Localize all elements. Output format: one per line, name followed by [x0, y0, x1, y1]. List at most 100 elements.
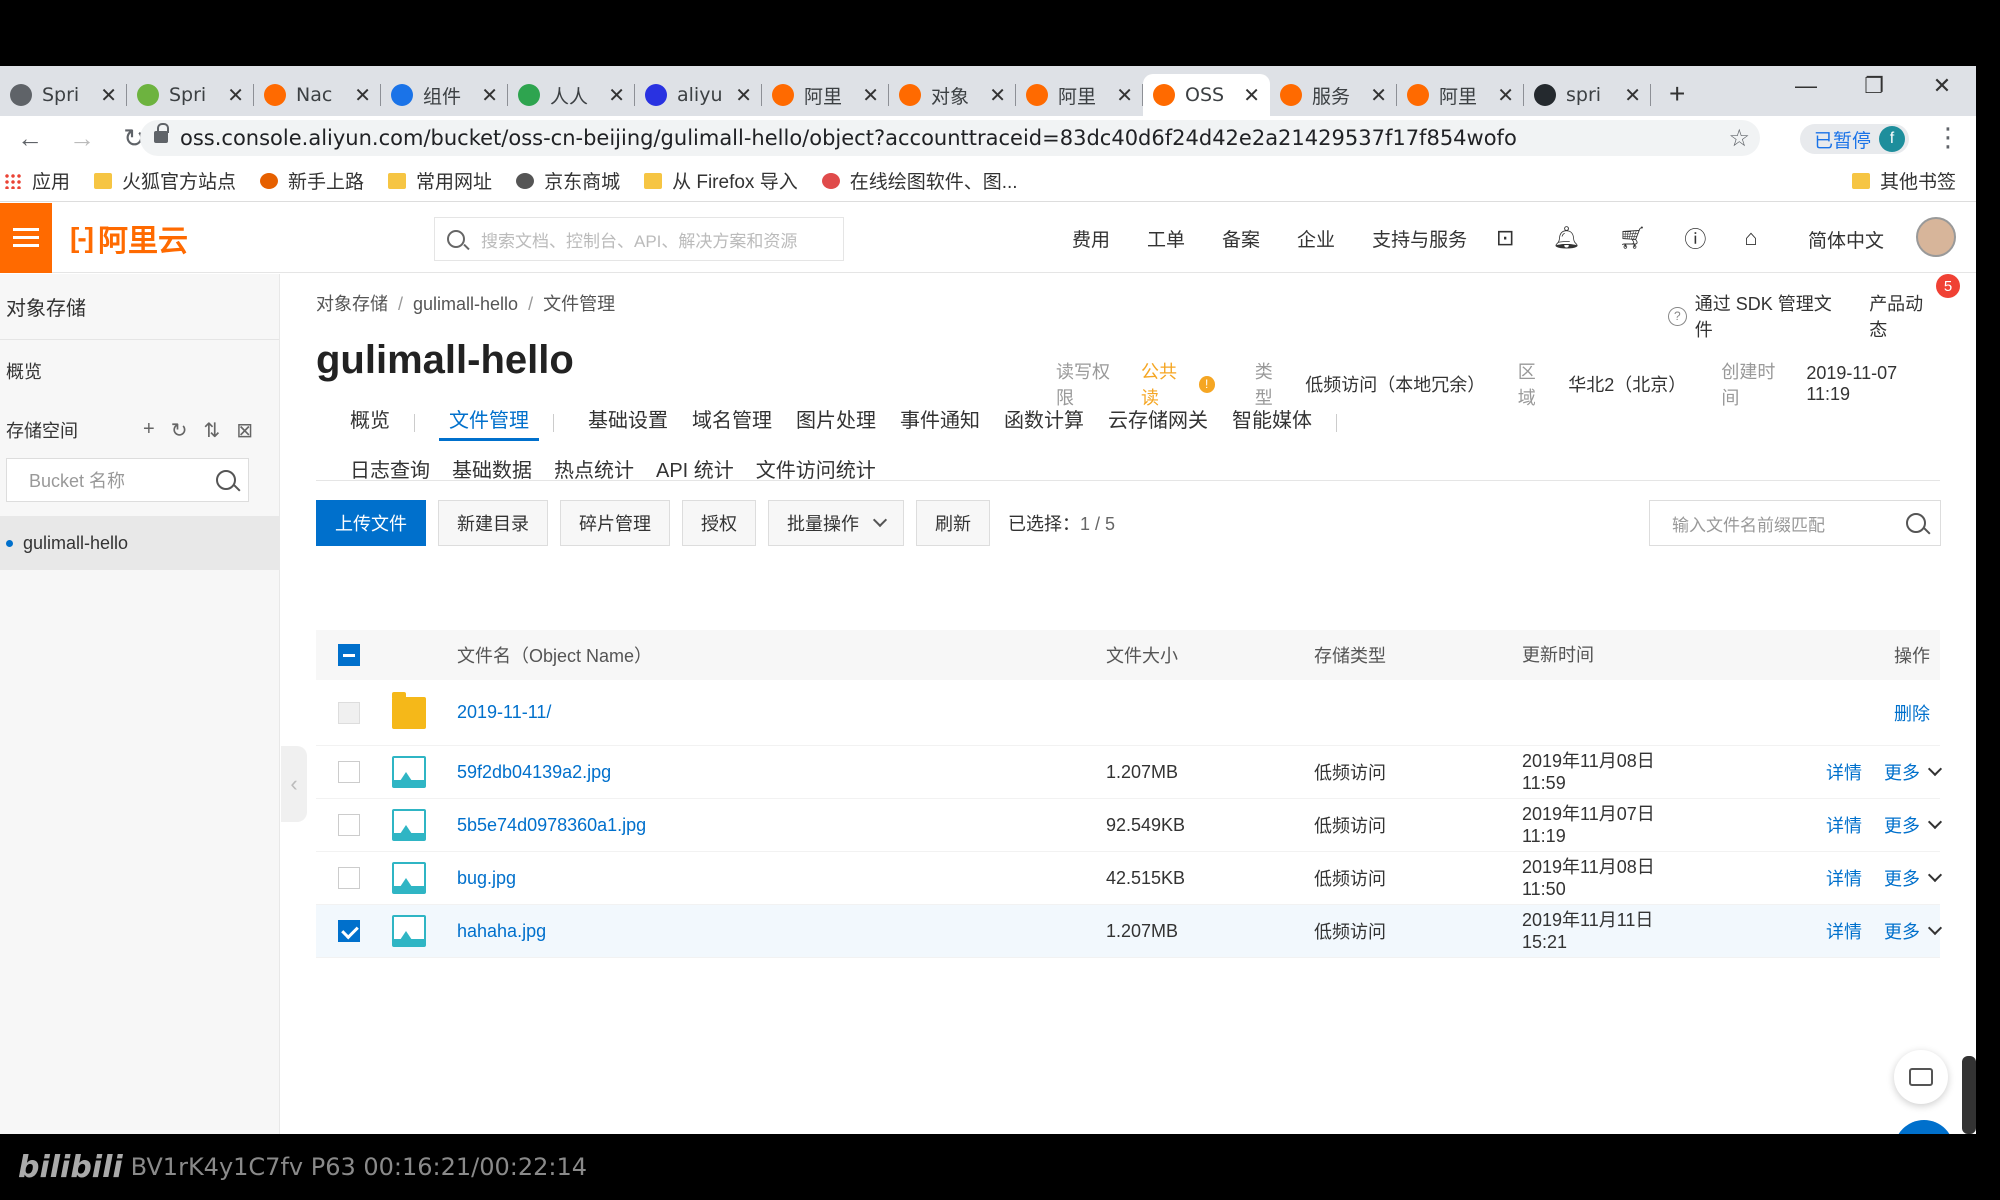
- browser-tab[interactable]: 人人 ✕: [508, 74, 635, 116]
- tab-item[interactable]: 文件访问统计: [756, 454, 876, 483]
- delete-link[interactable]: 删除: [1894, 700, 1930, 726]
- restore-button[interactable]: ❐: [1840, 66, 1908, 106]
- bookmark-item[interactable]: 京东商城: [516, 167, 620, 194]
- file-name-link[interactable]: hahaha.jpg: [457, 921, 546, 942]
- close-tab-icon[interactable]: ✕: [862, 83, 879, 107]
- browser-tab[interactable]: OSS ✕: [1143, 74, 1270, 116]
- browser-tab[interactable]: Spri ✕: [0, 74, 127, 116]
- fragment-management-button[interactable]: 碎片管理: [560, 500, 670, 546]
- sync-paused-button[interactable]: 已暂停 f: [1800, 124, 1910, 154]
- details-link[interactable]: 详情: [1826, 812, 1862, 838]
- details-link[interactable]: 详情: [1826, 759, 1862, 785]
- new-tab-button[interactable]: +: [1669, 78, 1685, 116]
- tab-item[interactable]: 图片处理: [796, 404, 876, 441]
- details-link[interactable]: 详情: [1826, 918, 1862, 944]
- scrollbar[interactable]: [1962, 1056, 1976, 1134]
- expand-icon[interactable]: ⊠: [236, 418, 253, 443]
- bookmark-item[interactable]: 常用网址: [388, 167, 492, 194]
- close-tab-icon[interactable]: ✕: [1370, 83, 1387, 107]
- breadcrumb-item[interactable]: 对象存储: [316, 294, 388, 314]
- url-field[interactable]: oss.console.aliyun.com/bucket/oss-cn-bei…: [140, 120, 1760, 156]
- home-icon[interactable]: ⌂: [1744, 225, 1757, 251]
- tab-item[interactable]: 域名管理: [692, 404, 772, 441]
- row-checkbox[interactable]: [338, 867, 360, 889]
- bookmark-item[interactable]: 火狐官方站点: [94, 167, 236, 194]
- close-tab-icon[interactable]: ✕: [1624, 83, 1641, 107]
- tab-item[interactable]: 云存储网关: [1108, 404, 1208, 441]
- forward-button[interactable]: →: [60, 123, 104, 154]
- bell-icon[interactable]: 🔔︎: [1552, 225, 1580, 251]
- feedback-button[interactable]: [1894, 1050, 1948, 1104]
- hamburger-menu-icon[interactable]: [0, 202, 52, 273]
- bookmark-item[interactable]: 从 Firefox 导入: [644, 167, 798, 194]
- console-nav-item[interactable]: 支持与服务: [1372, 225, 1467, 252]
- browser-tab[interactable]: 组件 ✕: [381, 74, 508, 116]
- help-icon[interactable]: ⓘ: [1684, 222, 1706, 254]
- tab-item[interactable]: 智能媒体: [1232, 404, 1312, 441]
- more-dropdown[interactable]: 更多: [1884, 759, 1943, 785]
- close-tab-icon[interactable]: ✕: [1116, 83, 1133, 107]
- tab-item[interactable]: 热点统计: [554, 454, 634, 483]
- row-checkbox[interactable]: [338, 814, 360, 836]
- bookmark-star-icon[interactable]: ☆: [1728, 124, 1750, 152]
- browser-tab[interactable]: 阿里 ✕: [762, 74, 889, 116]
- tab-item[interactable]: 事件通知: [900, 404, 980, 441]
- table-row[interactable]: 5b5e74d0978360a1.jpg 92.549KB 低频访问 2019年11月…: [316, 799, 1943, 852]
- sidebar-item-bucket[interactable]: gulimall-hello: [0, 516, 279, 570]
- minimize-button[interactable]: —: [1772, 66, 1840, 106]
- sort-icon[interactable]: ⇅: [203, 418, 220, 443]
- file-name-link[interactable]: 2019-11-11/: [457, 702, 551, 723]
- row-checkbox[interactable]: [338, 761, 360, 783]
- details-link[interactable]: 详情: [1826, 865, 1862, 891]
- bookmark-item[interactable]: 在线绘图软件、图...: [821, 167, 1018, 194]
- table-row[interactable]: hahaha.jpg 1.207MB 低频访问 2019年11月11日 15:21 详情 更…: [316, 905, 1943, 958]
- table-row[interactable]: 59f2db04139a2.jpg 1.207MB 低频访问 2019年11月08日 1…: [316, 746, 1943, 799]
- row-checkbox[interactable]: [338, 701, 360, 724]
- breadcrumb-item[interactable]: gulimall-hello: [413, 294, 518, 314]
- file-name-link[interactable]: 5b5e74d0978360a1.jpg: [457, 815, 646, 836]
- tab-item[interactable]: 函数计算: [1004, 404, 1084, 441]
- add-bucket-icon[interactable]: +: [143, 418, 155, 443]
- browser-tab[interactable]: spri ✕: [1524, 74, 1651, 116]
- console-nav-item[interactable]: 工单: [1147, 225, 1185, 252]
- tab-item[interactable]: API 统计: [656, 454, 734, 483]
- tab-item[interactable]: 日志查询: [350, 454, 430, 483]
- tab-item[interactable]: 基础设置: [588, 404, 668, 441]
- cart-icon[interactable]: 🛒︎: [1618, 225, 1646, 251]
- bucket-search-input[interactable]: Bucket 名称: [6, 458, 249, 502]
- terminal-icon[interactable]: ⊡: [1496, 225, 1514, 251]
- browser-tab[interactable]: 阿里 ✕: [1016, 74, 1143, 116]
- sidebar-item-overview[interactable]: 概览: [0, 340, 279, 402]
- file-name-link[interactable]: 59f2db04139a2.jpg: [457, 762, 611, 783]
- refresh-button[interactable]: 刷新: [916, 500, 990, 546]
- bookmark-item[interactable]: 应用: [4, 167, 70, 194]
- sidebar-collapse-handle[interactable]: ‹: [281, 746, 307, 822]
- table-row[interactable]: bug.jpg 42.515KB 低频访问 2019年11月08日 11:50 详情 更多: [316, 852, 1943, 905]
- row-checkbox[interactable]: [338, 920, 360, 942]
- refresh-icon[interactable]: ↻: [171, 418, 188, 443]
- table-row[interactable]: 2019-11-11/删除: [316, 680, 1940, 746]
- browser-tab[interactable]: Spri ✕: [127, 74, 254, 116]
- tab-item[interactable]: 基础数据: [452, 454, 532, 483]
- new-directory-button[interactable]: 新建目录: [438, 500, 548, 546]
- close-tab-icon[interactable]: ✕: [608, 83, 625, 107]
- back-button[interactable]: ←: [8, 123, 52, 154]
- close-tab-icon[interactable]: ✕: [1243, 83, 1260, 107]
- more-menu-icon[interactable]: ⋮: [1935, 122, 1961, 153]
- language-switch[interactable]: 简体中文: [1808, 226, 1884, 253]
- browser-tab[interactable]: aliyu ✕: [635, 74, 762, 116]
- product-news-link[interactable]: 产品动态: [1869, 290, 1940, 342]
- file-name-link[interactable]: bug.jpg: [457, 868, 516, 889]
- browser-tab[interactable]: 服务 ✕: [1270, 74, 1397, 116]
- more-dropdown[interactable]: 更多: [1884, 918, 1943, 944]
- console-nav-item[interactable]: 备案: [1222, 225, 1260, 252]
- close-tab-icon[interactable]: ✕: [100, 83, 117, 107]
- sdk-link[interactable]: 通过 SDK 管理文件: [1695, 290, 1847, 342]
- tab-overview[interactable]: 概览: [350, 404, 390, 441]
- batch-operations-dropdown[interactable]: 批量操作: [768, 500, 904, 546]
- close-tab-icon[interactable]: ✕: [1497, 83, 1514, 107]
- console-nav-item[interactable]: 企业: [1297, 225, 1335, 252]
- search-icon[interactable]: [1906, 513, 1926, 533]
- browser-tab[interactable]: Nac ✕: [254, 74, 381, 116]
- tab-item[interactable]: 文件管理: [439, 404, 539, 441]
